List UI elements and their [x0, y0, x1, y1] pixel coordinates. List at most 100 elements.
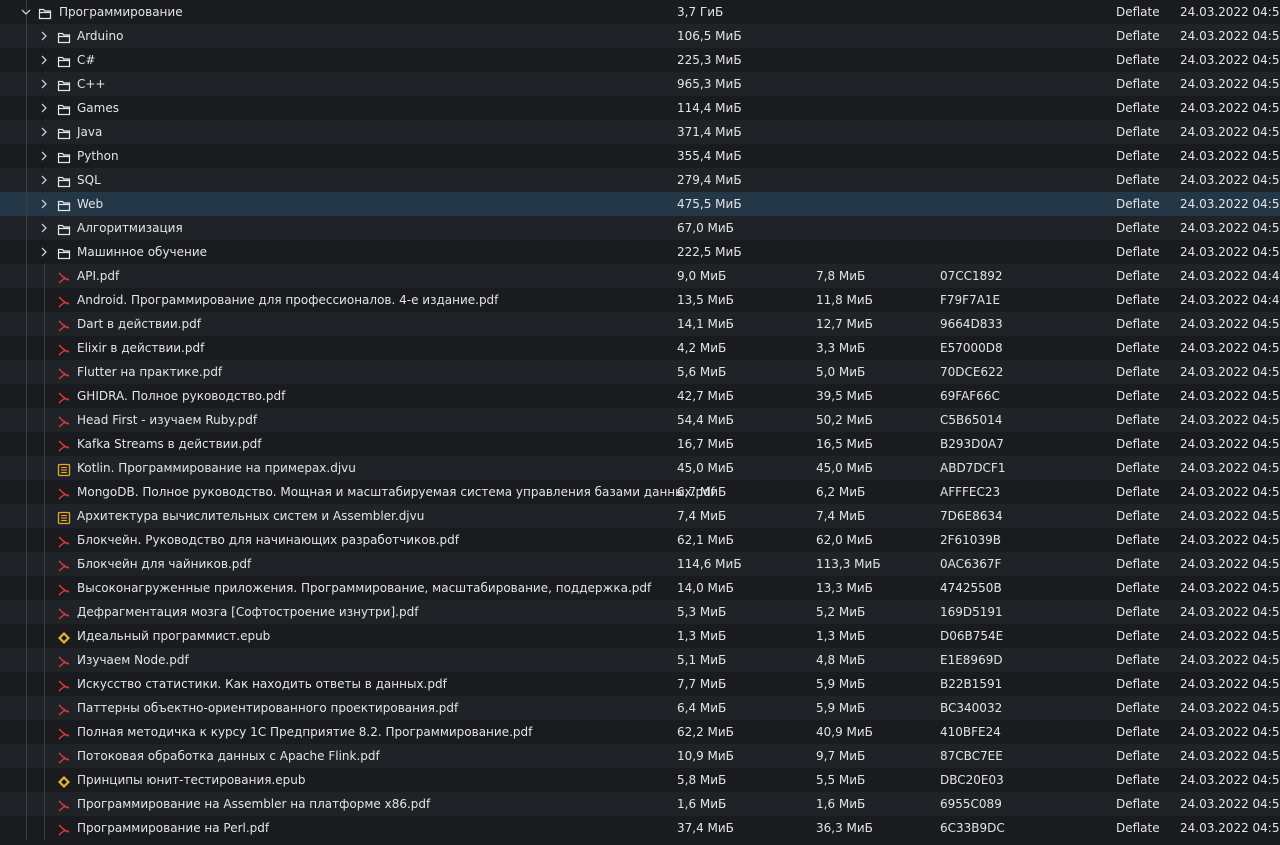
- tree-row-file[interactable]: Высоконагруженные приложения. Программир…: [0, 576, 1280, 600]
- method-cell: Deflate: [1116, 557, 1160, 571]
- tree-row-file[interactable]: Паттерны объектно-ориентированного проек…: [0, 696, 1280, 720]
- item-name: Dart в действии.pdf: [77, 317, 201, 331]
- expand-chevron-right-icon[interactable]: [37, 24, 51, 48]
- tree-guide-line: [44, 768, 45, 792]
- tree-guide-line: [44, 624, 45, 648]
- archive-file-tree[interactable]: Программирование 3,7 ГиБ Deflate 24.03.2022…: [0, 0, 1280, 840]
- size-cell: 5,3 МиБ: [677, 605, 727, 619]
- tree-row-folder[interactable]: Web 475,5 МиБ Deflate 24.03.2022 04:58: [0, 192, 1280, 216]
- expand-chevron-right-icon[interactable]: [37, 120, 51, 144]
- crc-cell: 0AC6367F: [940, 557, 1002, 571]
- pdf-icon: [57, 485, 71, 500]
- tree-guide-line: [26, 528, 27, 552]
- tree-guide-line: [26, 576, 27, 600]
- expand-chevron-right-icon[interactable]: [37, 96, 51, 120]
- tree-guide-line: [26, 216, 27, 240]
- tree-guide-line: [44, 480, 45, 504]
- expand-chevron-right-icon[interactable]: [37, 192, 51, 216]
- tree-guide-line: [26, 192, 27, 216]
- tree-row-folder[interactable]: SQL 279,4 МиБ Deflate 24.03.2022 04:58: [0, 168, 1280, 192]
- tree-guide-line: [26, 72, 27, 96]
- packed-size-cell: 5,2 МиБ: [816, 605, 866, 619]
- tree-row-file[interactable]: API.pdf 9,0 МиБ 7,8 МиБ 07CC1892 Deflate 24.0…: [0, 264, 1280, 288]
- tree-row-folder[interactable]: Python 355,4 МиБ Deflate 24.03.2022 04:58: [0, 144, 1280, 168]
- tree-guide-line: [44, 576, 45, 600]
- modified-date-cell: 24.03.2022 04:56: [1180, 653, 1280, 667]
- tree-guide-line: [26, 504, 27, 528]
- modified-date-cell: 24.03.2022 04:51: [1180, 317, 1280, 331]
- tree-guide-line: [26, 648, 27, 672]
- modified-date-cell: 24.03.2022 04:58: [1180, 53, 1280, 67]
- crc-cell: 169D5191: [940, 605, 1003, 619]
- size-cell: 6,4 МиБ: [677, 701, 727, 715]
- tree-row-file[interactable]: MongoDB. Полное руководство. Мощная и ма…: [0, 480, 1280, 504]
- method-cell: Deflate: [1116, 293, 1160, 307]
- tree-row-file[interactable]: Изучаем Node.pdf 5,1 МиБ 4,8 МиБ E1E8969D De…: [0, 648, 1280, 672]
- tree-guide-line: [44, 696, 45, 720]
- pdf-icon: [57, 317, 71, 332]
- expand-chevron-right-icon[interactable]: [37, 240, 51, 264]
- packed-size-cell: 6,2 МиБ: [816, 485, 866, 499]
- folder-icon: [57, 173, 71, 188]
- item-name: Программирование: [59, 5, 183, 19]
- method-cell: Deflate: [1116, 533, 1160, 547]
- tree-row-file[interactable]: Потоковая обработка данных с Apache Flin…: [0, 744, 1280, 768]
- tree-row-folder[interactable]: Java 371,4 МиБ Deflate 24.03.2022 04:58: [0, 120, 1280, 144]
- tree-guide-line: [44, 360, 45, 384]
- tree-row-file[interactable]: Программирование на Assembler на платфор…: [0, 792, 1280, 816]
- item-name: Head First - изучаем Ruby.pdf: [77, 413, 258, 427]
- method-cell: Deflate: [1116, 125, 1160, 139]
- tree-row-file[interactable]: Блокчейн для чайников.pdf 114,6 МиБ 113,3 …: [0, 552, 1280, 576]
- tree-row-file[interactable]: Идеальный программист.epub 1,3 МиБ 1,3 МиБ…: [0, 624, 1280, 648]
- tree-row-folder[interactable]: Машинное обучение 222,5 МиБ Deflate 24.03.2…: [0, 240, 1280, 264]
- item-name: Программирование на Perl.pdf: [77, 821, 270, 835]
- item-name: Flutter на практике.pdf: [77, 365, 223, 379]
- expand-chevron-right-icon[interactable]: [37, 168, 51, 192]
- modified-date-cell: 24.03.2022 04:51: [1180, 341, 1280, 355]
- method-cell: Deflate: [1116, 197, 1160, 211]
- method-cell: Deflate: [1116, 269, 1160, 283]
- tree-row-folder[interactable]: Алгоритмизация 67,0 МиБ Deflate 24.03.2022 …: [0, 216, 1280, 240]
- tree-row-folder[interactable]: C++ 965,3 МиБ Deflate 24.03.2022 04:58: [0, 72, 1280, 96]
- tree-row-file[interactable]: Искусство статистики. Как находить ответ…: [0, 672, 1280, 696]
- expand-chevron-right-icon[interactable]: [37, 72, 51, 96]
- tree-row-file[interactable]: Dart в действии.pdf 14,1 МиБ 12,7 МиБ 9664D…: [0, 312, 1280, 336]
- item-name: Arduino: [77, 29, 124, 43]
- method-cell: Deflate: [1116, 773, 1160, 787]
- tree-row-file[interactable]: Дефрагментация мозга [Софтостроение изну…: [0, 600, 1280, 624]
- expand-chevron-right-icon[interactable]: [37, 48, 51, 72]
- tree-row-folder[interactable]: C# 225,3 МиБ Deflate 24.03.2022 04:58: [0, 48, 1280, 72]
- tree-row-file[interactable]: Elixir в действии.pdf 4,2 МиБ 3,3 МиБ E5700…: [0, 336, 1280, 360]
- modified-date-cell: 24.03.2022 04:52: [1180, 485, 1280, 499]
- modified-date-cell: 24.03.2022 04:52: [1180, 437, 1280, 451]
- tree-row-file[interactable]: Принципы юнит-тестирования.epub 5,8 МиБ 5,…: [0, 768, 1280, 792]
- modified-date-cell: 24.03.2022 04:56: [1180, 749, 1280, 763]
- size-cell: 5,1 МиБ: [677, 653, 727, 667]
- expand-chevron-right-icon[interactable]: [37, 216, 51, 240]
- tree-row-file[interactable]: Блокчейн. Руководство для начинающих раз…: [0, 528, 1280, 552]
- tree-row-file[interactable]: Flutter на практике.pdf 5,6 МиБ 5,0 МиБ 70D…: [0, 360, 1280, 384]
- tree-row-file[interactable]: Head First - изучаем Ruby.pdf 54,4 МиБ 50,…: [0, 408, 1280, 432]
- tree-guide-line: [26, 120, 27, 144]
- tree-row-file[interactable]: Kafka Streams в действии.pdf 16,7 МиБ 16,5…: [0, 432, 1280, 456]
- modified-date-cell: 24.03.2022 04:58: [1180, 29, 1280, 43]
- tree-row-file[interactable]: GHIDRA. Полное руководство.pdf 42,7 МиБ 39…: [0, 384, 1280, 408]
- pdf-icon: [57, 605, 71, 620]
- tree-row-file[interactable]: Android. Программирование для профессион…: [0, 288, 1280, 312]
- tree-row-file[interactable]: Программирование на Perl.pdf 37,4 МиБ 36,3…: [0, 816, 1280, 840]
- expand-chevron-down-icon[interactable]: [19, 0, 33, 24]
- tree-row-parent-folder[interactable]: Программирование 3,7 ГиБ Deflate 24.03.2022…: [0, 0, 1280, 24]
- size-cell: 1,6 МиБ: [677, 797, 727, 811]
- tree-row-file[interactable]: Архитектура вычислительных систем и Asse…: [0, 504, 1280, 528]
- expand-chevron-right-icon[interactable]: [37, 144, 51, 168]
- tree-row-file[interactable]: Полная методичка к курсу 1С Предприятие …: [0, 720, 1280, 744]
- item-name: Искусство статистики. Как находить ответ…: [77, 677, 447, 691]
- tree-row-folder[interactable]: Arduino 106,5 МиБ Deflate 24.03.2022 04:58: [0, 24, 1280, 48]
- item-name: Android. Программирование для профессион…: [77, 293, 499, 307]
- size-cell: 14,1 МиБ: [677, 317, 734, 331]
- tree-row-file[interactable]: Kotlin. Программирование на примерах.djv…: [0, 456, 1280, 480]
- packed-size-cell: 45,0 МиБ: [816, 461, 873, 475]
- pdf-icon: [57, 653, 71, 668]
- item-name: C#: [77, 53, 96, 67]
- tree-row-folder[interactable]: Games 114,4 МиБ Deflate 24.03.2022 04:58: [0, 96, 1280, 120]
